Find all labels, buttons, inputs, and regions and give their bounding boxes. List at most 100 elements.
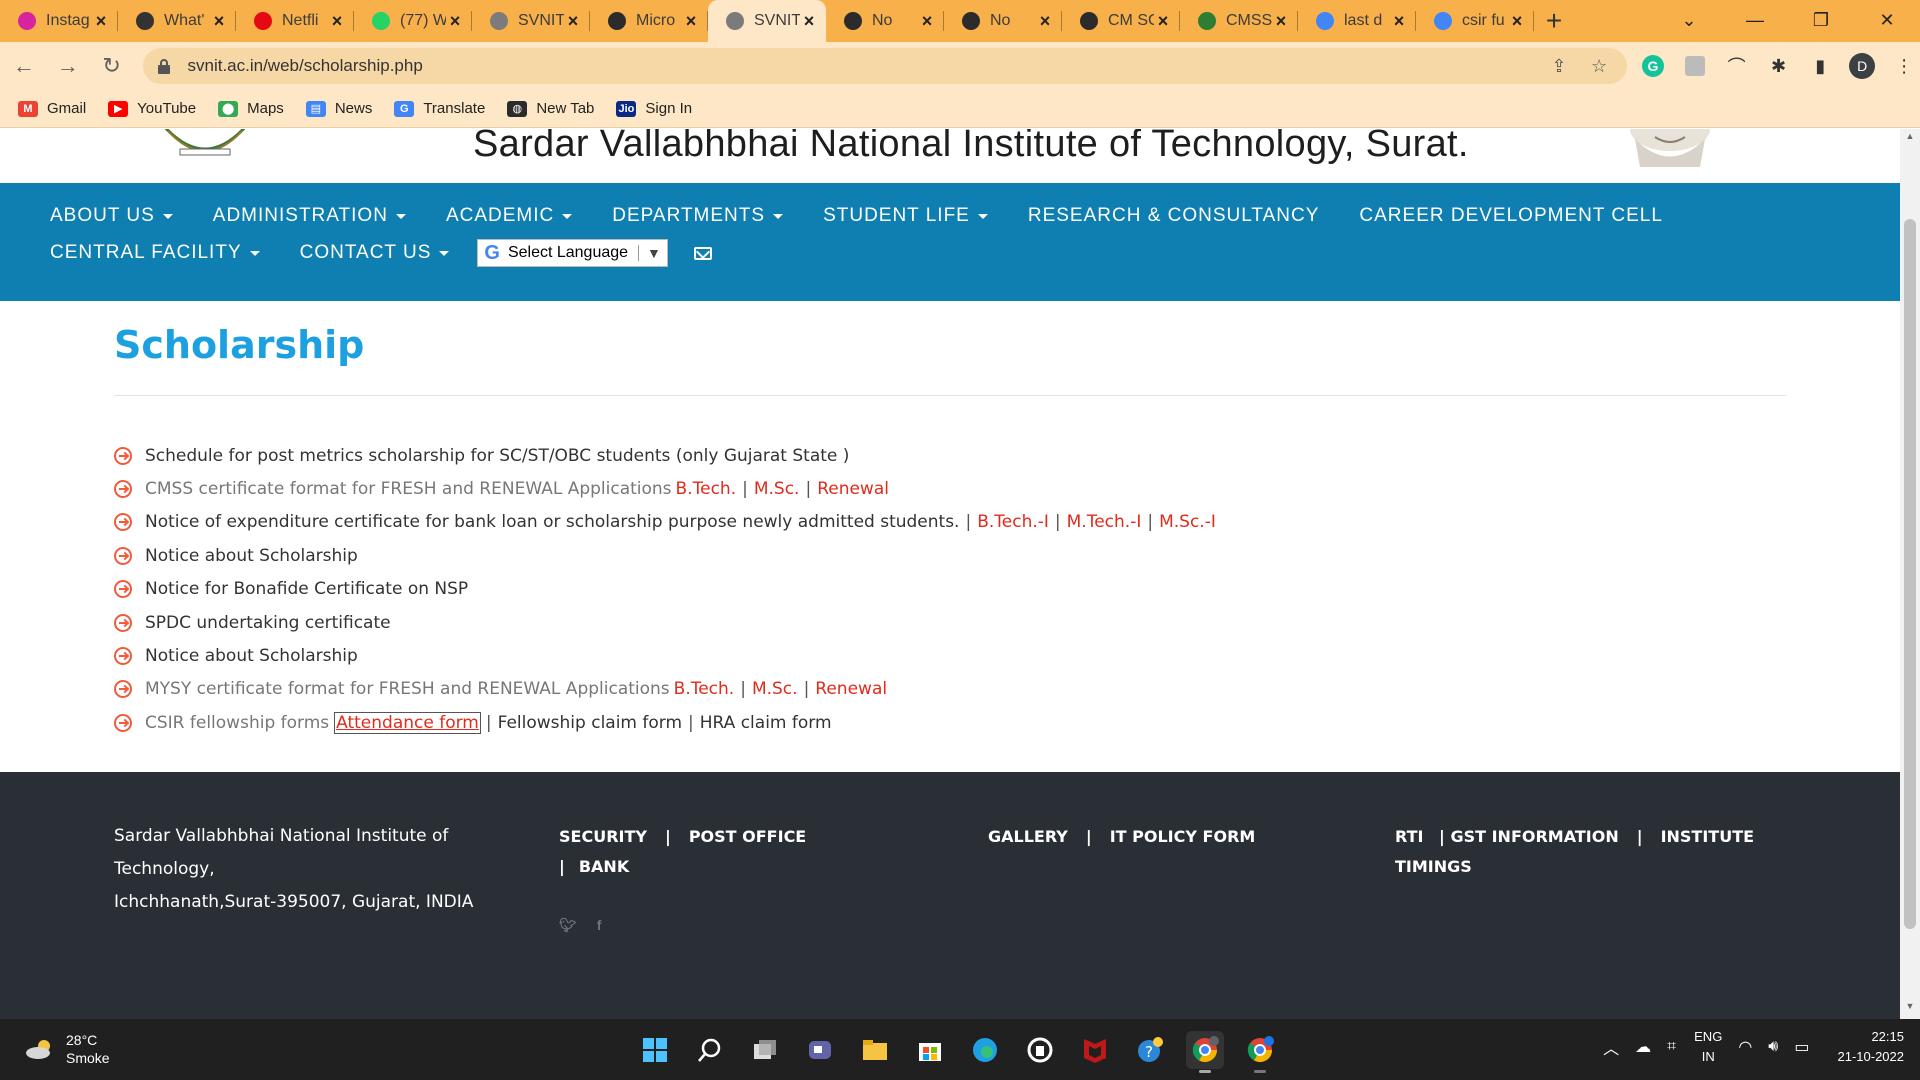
extension-arc-icon[interactable]: ⌒ [1721, 50, 1753, 82]
close-icon[interactable]: × [564, 11, 582, 32]
tab-search-button[interactable]: ⌄ [1656, 0, 1722, 40]
language-select[interactable]: G Select Language ▼ [477, 239, 668, 267]
nav-item[interactable]: CONTACT US [300, 242, 450, 264]
form-link[interactable]: HRA claim form [700, 713, 832, 733]
close-icon[interactable]: × [1508, 11, 1526, 32]
chrome-profile-h-icon[interactable] [1241, 1031, 1279, 1073]
footer-link-gallery[interactable]: GALLERY [988, 827, 1068, 846]
browser-tab[interactable]: csir fu × [1416, 0, 1534, 42]
browser-tab[interactable]: SVNIT × [708, 0, 826, 42]
program-link[interactable]: B.Tech.-I [977, 512, 1049, 532]
nav-item[interactable]: STUDENT LIFE [823, 205, 988, 227]
browser-tab[interactable]: Instag × [0, 0, 118, 42]
program-link[interactable]: B.Tech. [676, 479, 737, 499]
grammarly-extension-icon[interactable]: G [1637, 50, 1669, 82]
browser-tab[interactable]: CMSS × [1180, 0, 1298, 42]
footer-link-institute-timings[interactable]: INSTITUTE [1661, 827, 1754, 846]
nav-item[interactable]: DEPARTMENTS [612, 205, 784, 227]
close-icon[interactable]: × [1390, 11, 1408, 32]
microsoft-store-icon[interactable] [911, 1031, 949, 1069]
footer-link-timings[interactable]: TIMINGS [1395, 852, 1754, 882]
translate-extension-icon[interactable] [1679, 50, 1711, 82]
footer-link-gst[interactable]: | GST INFORMATION [1439, 827, 1619, 846]
browser-tab[interactable]: No × [826, 0, 944, 42]
program-link[interactable]: B.Tech. [674, 679, 735, 699]
search-icon[interactable] [691, 1031, 729, 1069]
twitter-icon[interactable]: 🐦︎ [559, 917, 577, 934]
bookmark-item[interactable]: Jio Sign In [616, 100, 692, 117]
weather-widget[interactable]: 28°C Smoke [24, 1031, 110, 1067]
footer-link-security[interactable]: SECURITY [559, 827, 647, 846]
bookmark-item[interactable]: ◍ New Tab [507, 100, 594, 117]
close-window-button[interactable]: ✕ [1854, 0, 1920, 40]
program-link[interactable]: M.Sc.-I [1159, 512, 1216, 532]
edge-icon[interactable] [966, 1031, 1004, 1069]
close-icon[interactable]: × [918, 11, 936, 32]
close-icon[interactable]: × [92, 11, 110, 32]
app-circle-icon[interactable] [1021, 1031, 1059, 1069]
bookmark-item[interactable]: ⬤ Maps [218, 100, 284, 117]
share-icon[interactable]: ⇪ [1545, 56, 1573, 77]
footer-link-bank[interactable]: BANK [579, 857, 629, 876]
teams-chat-icon[interactable] [801, 1031, 839, 1069]
system-clock[interactable]: 22:15 21-10-2022 [1838, 1027, 1905, 1067]
mail-icon[interactable] [693, 246, 712, 260]
address-bar[interactable]: svnit.ac.in/web/scholarship.php ⇪ ☆ [143, 48, 1628, 84]
mcafee-icon[interactable] [1076, 1031, 1114, 1069]
show-hidden-icons-chevron-icon[interactable]: ︿ [1603, 1035, 1619, 1059]
nav-item[interactable]: ABOUT US [50, 205, 173, 227]
onedrive-sync-icon[interactable]: ☁︎ [1635, 1037, 1651, 1057]
browser-tab[interactable]: last d × [1298, 0, 1416, 42]
nav-item[interactable]: CENTRAL FACILITY [50, 242, 260, 264]
input-language-indicator[interactable]: ENG IN [1694, 1027, 1722, 1067]
nav-item[interactable]: RESEARCH & CONSULTANCY [1028, 205, 1320, 227]
bookmark-item[interactable]: M Gmail [18, 100, 86, 117]
browser-tab[interactable]: Netfli × [236, 0, 354, 42]
program-link[interactable]: M.Tech.-I [1067, 512, 1142, 532]
bookmark-star-icon[interactable]: ☆ [1585, 56, 1613, 77]
facebook-icon[interactable]: f [597, 917, 602, 934]
attendance-form-link[interactable]: Attendance form [334, 711, 481, 734]
form-link[interactable]: Fellowship claim form [498, 713, 682, 733]
url-text[interactable]: svnit.ac.in/web/scholarship.php [187, 56, 1533, 76]
item-text[interactable]: CSIR fellowship forms [145, 713, 329, 733]
browser-tab[interactable]: (77) W × [354, 0, 472, 42]
close-icon[interactable]: × [446, 11, 464, 32]
bookmark-item[interactable]: ▤ News [305, 100, 372, 117]
browser-tab[interactable]: What' × [118, 0, 236, 42]
browser-tab[interactable]: No × [944, 0, 1062, 42]
new-tab-button[interactable]: + [1534, 0, 1574, 42]
nav-item[interactable]: ADMINISTRATION [213, 205, 406, 227]
bookmark-item[interactable]: G Translate [394, 100, 485, 117]
scroll-up-arrow[interactable]: ▲ [1900, 131, 1920, 147]
help-icon[interactable]: ? [1131, 1031, 1169, 1069]
close-icon[interactable]: × [800, 11, 818, 32]
volume-icon[interactable]: 🔊︎ [1768, 1038, 1778, 1056]
scroll-thumb[interactable] [1904, 219, 1916, 929]
forward-button[interactable]: → [48, 46, 88, 86]
close-icon[interactable]: × [1272, 11, 1290, 32]
close-icon[interactable]: × [682, 11, 700, 32]
extensions-puzzle-icon[interactable]: ✱ [1763, 50, 1795, 82]
bookmark-item[interactable]: ▶ YouTube [108, 100, 196, 117]
back-button[interactable]: ← [4, 46, 44, 86]
program-link[interactable]: M.Sc. [752, 679, 798, 699]
close-icon[interactable]: × [328, 11, 346, 32]
minimize-button[interactable]: — [1722, 0, 1788, 40]
item-text[interactable]: MYSY certificate format for FRESH and RE… [145, 679, 670, 699]
program-link[interactable]: M.Sc. [754, 479, 800, 499]
program-link[interactable]: Renewal [815, 679, 887, 699]
footer-link-rti[interactable]: RTI [1395, 827, 1423, 846]
nav-item[interactable]: CAREER DEVELOPMENT CELL [1359, 205, 1663, 227]
scroll-down-arrow[interactable]: ▼ [1900, 1001, 1920, 1017]
browser-tab[interactable]: CM SC × [1062, 0, 1180, 42]
battery-icon[interactable]: ▭ [1794, 1037, 1809, 1057]
profile-avatar[interactable]: D [1846, 50, 1878, 82]
footer-link-it-policy[interactable]: IT POLICY FORM [1110, 827, 1256, 846]
close-icon[interactable]: × [1036, 11, 1054, 32]
tray-app-icon[interactable]: ⌗ [1667, 1038, 1676, 1056]
menu-kebab-icon[interactable]: ⋮ [1888, 50, 1920, 82]
browser-tab[interactable]: SVNIT × [472, 0, 590, 42]
browser-tab[interactable]: Micro × [590, 0, 708, 42]
page-scrollbar[interactable]: ▲ ▼ [1900, 129, 1920, 1019]
